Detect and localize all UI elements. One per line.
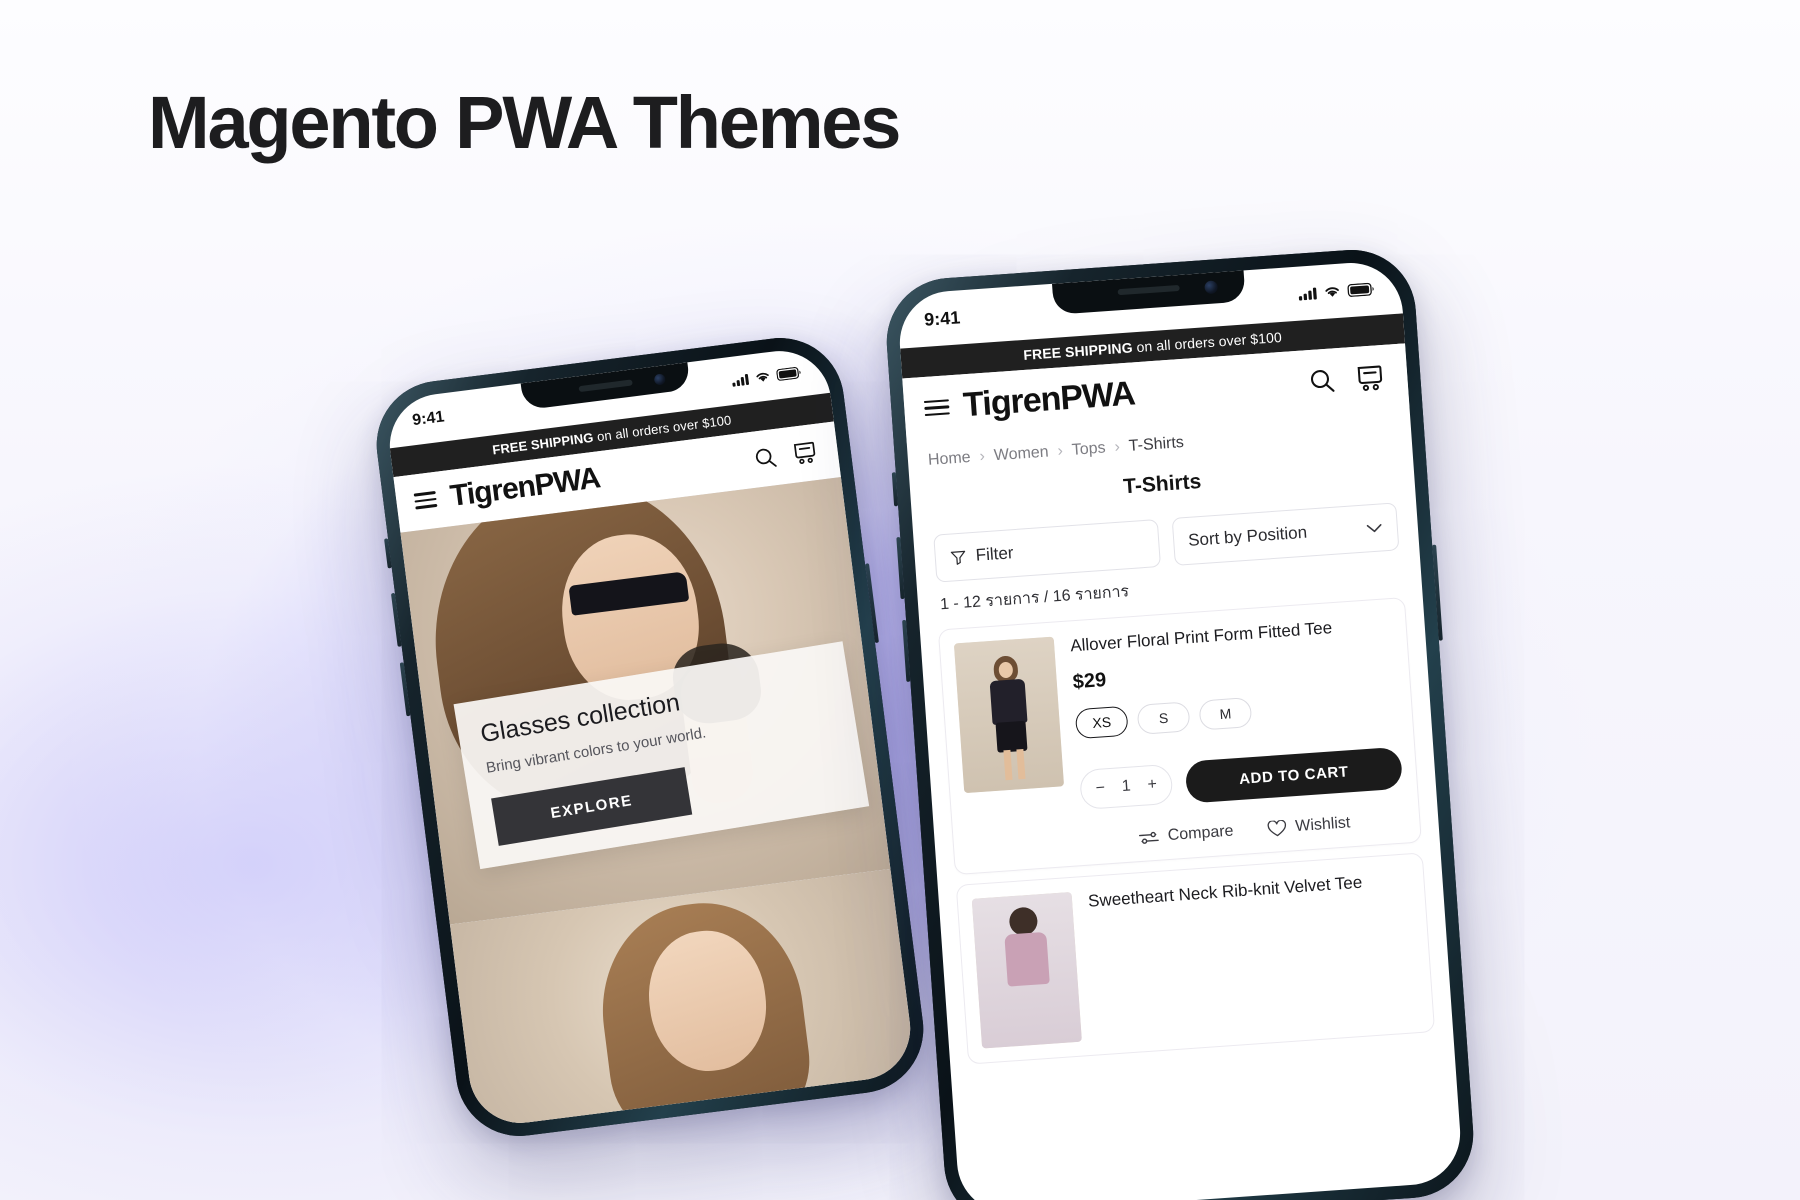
wifi-icon [1325, 286, 1339, 297]
quantity-decrement-button[interactable]: − [1092, 779, 1109, 798]
size-option-s[interactable]: S [1136, 701, 1191, 735]
cart-icon[interactable] [1353, 360, 1388, 395]
size-swatches: XS S M [1074, 687, 1398, 740]
battery-icon [1347, 282, 1374, 297]
quantity-value: 1 [1121, 777, 1132, 796]
search-icon[interactable] [751, 443, 779, 471]
chevron-right-icon: › [978, 447, 986, 466]
compare-label: Compare [1167, 822, 1235, 845]
size-option-xs[interactable]: XS [1074, 705, 1129, 740]
sort-label: Sort by Position [1187, 522, 1308, 550]
cellular-bars-icon [732, 374, 750, 387]
breadcrumb-item-tops[interactable]: Tops [1071, 440, 1106, 460]
wifi-icon [756, 372, 769, 382]
hero-banner[interactable]: Glasses collection Bring vibrant colors … [400, 477, 891, 925]
phone-mockup-right: 9:41 FREE SHIPPING on all orders over $1… [882, 245, 1478, 1200]
cart-icon[interactable] [790, 437, 821, 468]
breadcrumb-item-tshirts[interactable]: T-Shirts [1128, 434, 1184, 456]
hamburger-menu-icon[interactable] [923, 398, 950, 417]
status-time: 9:41 [411, 408, 446, 430]
funnel-icon [950, 550, 966, 565]
earpiece-speaker [578, 379, 633, 393]
quantity-stepper[interactable]: − 1 + [1079, 763, 1174, 811]
wishlist-label: Wishlist [1294, 814, 1351, 836]
brand-logo[interactable]: TigrenPWA [962, 363, 1295, 425]
front-camera [1204, 280, 1219, 295]
product-thumbnail[interactable] [971, 892, 1082, 1049]
quantity-increment-button[interactable]: + [1144, 776, 1161, 795]
compare-button[interactable]: Compare [1138, 823, 1234, 848]
filter-label: Filter [975, 543, 1015, 565]
chevron-down-icon [1366, 523, 1382, 532]
search-icon[interactable] [1306, 365, 1337, 396]
chevron-right-icon: › [1113, 438, 1121, 456]
product-card[interactable]: Sweetheart Neck Rib-knit Velvet Tee [955, 852, 1436, 1065]
battery-icon [776, 366, 801, 381]
heart-icon [1267, 819, 1286, 836]
phone-mockup-left: 9:41 FREE SHIPPING on all orders over $1… [369, 330, 931, 1144]
breadcrumb-item-women[interactable]: Women [993, 443, 1049, 465]
thumb-model-top [1004, 931, 1050, 987]
thumb-model-top [989, 678, 1028, 726]
cellular-bars-icon [1298, 287, 1317, 301]
sliders-icon [1139, 831, 1159, 844]
product-price: $29 [1072, 669, 1107, 694]
promo-rest: on all orders over $100 [1132, 328, 1283, 356]
promo-strong: FREE SHIPPING [1022, 339, 1134, 363]
wishlist-button[interactable]: Wishlist [1267, 814, 1351, 838]
breadcrumb-item-home[interactable]: Home [927, 449, 971, 470]
add-to-cart-button[interactable]: ADD TO CART [1184, 746, 1404, 804]
product-name[interactable]: Allover Floral Print Form Fitted Tee [1070, 613, 1393, 658]
page-title: Magento PWA Themes [148, 81, 901, 164]
product-meta-row: Compare Wishlist [1083, 811, 1405, 851]
product-thumbnail[interactable] [953, 636, 1065, 794]
size-option-m[interactable]: M [1198, 697, 1253, 731]
product-card[interactable]: Allover Floral Print Form Fitted Tee $29… [937, 596, 1422, 876]
earpiece-speaker [1117, 284, 1180, 296]
product-name[interactable]: Sweetheart Neck Rib-knit Velvet Tee [1087, 868, 1410, 913]
explore-button[interactable]: EXPLORE [491, 767, 693, 846]
buy-row: − 1 + ADD TO CART [1079, 746, 1404, 811]
hamburger-menu-icon[interactable] [413, 491, 438, 510]
status-time: 9:41 [923, 306, 961, 330]
chevron-right-icon: › [1056, 442, 1064, 460]
front-camera [653, 373, 666, 386]
